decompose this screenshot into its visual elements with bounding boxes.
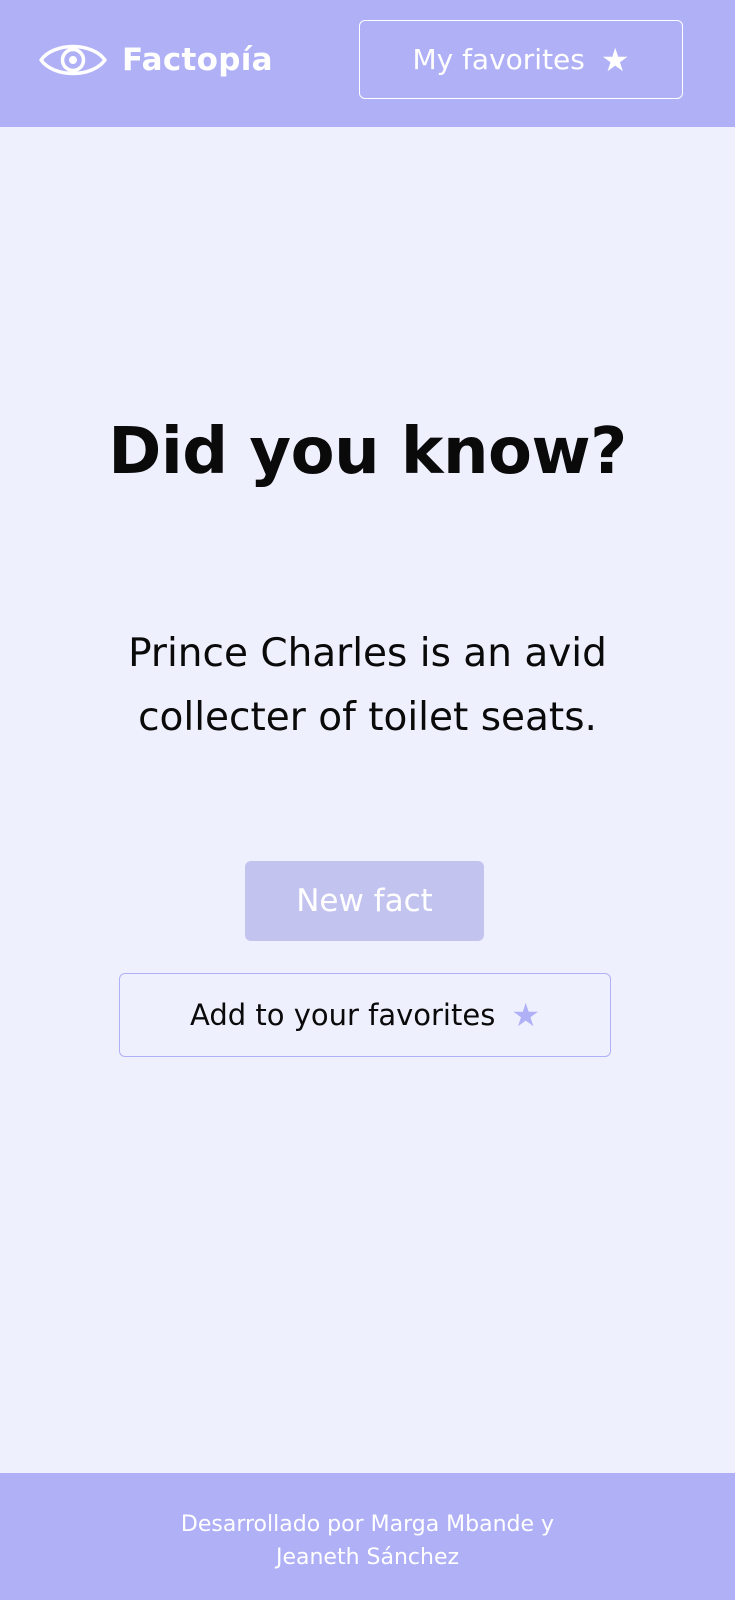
new-fact-button[interactable]: New fact bbox=[245, 861, 484, 941]
app-header: Factopía My favorites ★ bbox=[0, 0, 735, 127]
my-favorites-button[interactable]: My favorites ★ bbox=[359, 20, 683, 99]
add-to-favorites-label: Add to your favorites bbox=[190, 998, 496, 1032]
footer-credit-line-2: Jeaneth Sánchez bbox=[275, 1545, 460, 1570]
page-title: Did you know? bbox=[108, 415, 627, 489]
fact-text: Prince Charles is an avid collecter of t… bbox=[128, 631, 607, 740]
app-footer: Desarrollado por Marga Mbande y Jeaneth … bbox=[0, 1473, 735, 1600]
new-fact-label: New fact bbox=[296, 883, 433, 919]
star-icon: ★ bbox=[511, 996, 540, 1034]
eye-icon bbox=[38, 39, 108, 81]
star-icon: ★ bbox=[600, 40, 630, 79]
brand-name: Factopía bbox=[122, 42, 273, 78]
add-to-favorites-button[interactable]: Add to your favorites ★ bbox=[119, 973, 611, 1057]
footer-credit-line-1: Desarrollado por Marga Mbande y bbox=[180, 1512, 555, 1537]
my-favorites-label: My favorites bbox=[412, 43, 585, 76]
footer-credits: Desarrollado por Marga Mbande y Jeaneth … bbox=[0, 1508, 735, 1574]
brand[interactable]: Factopía bbox=[38, 38, 273, 82]
